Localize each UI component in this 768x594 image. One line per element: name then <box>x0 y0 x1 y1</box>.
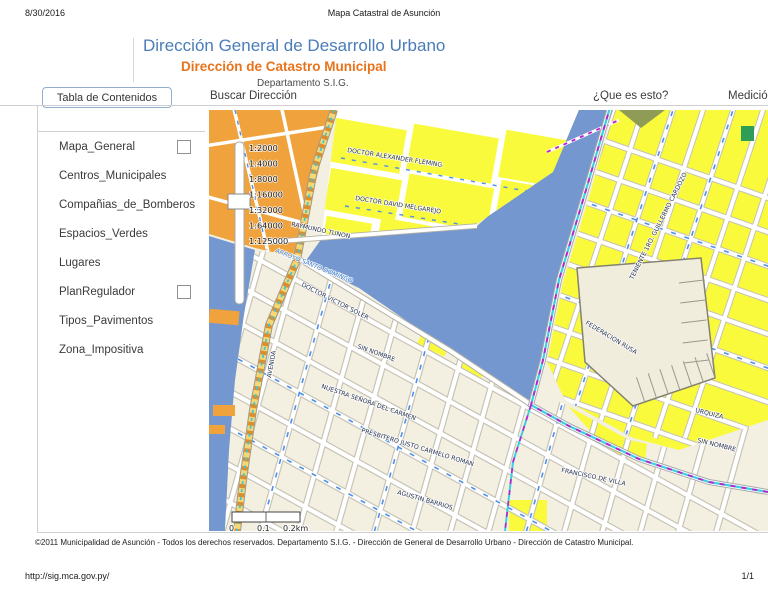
map-label: 1:8000 <box>249 174 278 184</box>
layer-label: Mapa_General <box>59 140 136 153</box>
layer-label: Zona_Impositiva <box>59 343 144 356</box>
page-title: Dirección General de Desarrollo Urbano <box>143 36 446 55</box>
content-bottom-line <box>37 532 768 533</box>
map-container[interactable]: DOCTOR ALEXANDER FLEMING DOCTOR DAVID MEL… <box>208 103 768 534</box>
map-label: 1:125000 <box>249 236 288 246</box>
sidebar-item-tipos_pavimentos[interactable]: Tipos_Pavimentos <box>38 306 205 335</box>
sidebar-item-zona_impositiva[interactable]: Zona_Impositiva <box>38 335 205 364</box>
map-label: 1:64000 <box>249 221 283 231</box>
layer-label: PlanRegulador <box>59 285 136 298</box>
layer-label: Compañias_de_Bomberos <box>59 198 196 211</box>
scale-bar-end: 0.2km <box>283 524 308 531</box>
map-label: 1:4000 <box>249 159 278 169</box>
sidebar-item-compañias_de_bomberos[interactable]: Compañias_de_Bomberos <box>38 190 205 219</box>
map-canvas[interactable]: DOCTOR ALEXANDER FLEMINGDOCTOR DAVID MEL… <box>208 103 768 534</box>
sidebar-item-centros_municipales[interactable]: Centros_Municipales <box>38 161 205 190</box>
layer-label: Centros_Municipales <box>59 169 167 182</box>
print-title: Mapa Catastral de Asunción <box>327 8 441 18</box>
map-park-square <box>741 126 754 141</box>
layer-checkbox[interactable] <box>177 284 191 299</box>
layer-list: Mapa_General Centros_Municipales Compañias… <box>38 132 205 364</box>
header-divider <box>133 38 134 82</box>
sidebar-item-planregulador[interactable]: PlanRegulador <box>38 277 205 306</box>
copyright-text: ©2011 Municipalidad de Asunción - Todos … <box>35 538 634 547</box>
search-address-link[interactable]: Buscar Dirección <box>210 90 297 102</box>
page-indicator: 1/1 <box>741 571 754 581</box>
scale-bar-start: 0 <box>229 524 234 531</box>
layer-checkbox[interactable] <box>177 139 191 154</box>
sidebar-item-lugares[interactable]: Lugares <box>38 248 205 277</box>
page-department: Departamento S.I.G. <box>257 78 349 89</box>
map-label: 1:32000 <box>249 205 283 215</box>
sidebar-item-espacios_verdes[interactable]: Espacios_Verdes <box>38 219 205 248</box>
toolbar-bottom-line <box>0 105 768 106</box>
map-label: 1:16000 <box>249 190 283 200</box>
layer-label: Espacios_Verdes <box>59 227 148 240</box>
sidebar-item-mapa_general[interactable]: Mapa_General <box>38 132 205 161</box>
print-url: http://sig.mca.gov.py/ <box>25 571 110 581</box>
zoom-slider-track[interactable] <box>234 141 245 305</box>
scale-bar-mid: 0.1 <box>257 524 270 531</box>
layer-label: Lugares <box>59 256 101 269</box>
layer-label: Tipos_Pavimentos <box>59 314 154 327</box>
measure-link[interactable]: Medición <box>728 90 768 102</box>
page-subtitle: Dirección de Catastro Municipal <box>181 59 387 74</box>
what-is-this-link[interactable]: ¿Que es esto? <box>593 90 668 102</box>
page: 8/30/2016 Mapa Catastral de Asunción Dir… <box>0 0 768 594</box>
zoom-slider-handle[interactable] <box>227 193 251 210</box>
map-label: 1:2000 <box>249 143 278 153</box>
